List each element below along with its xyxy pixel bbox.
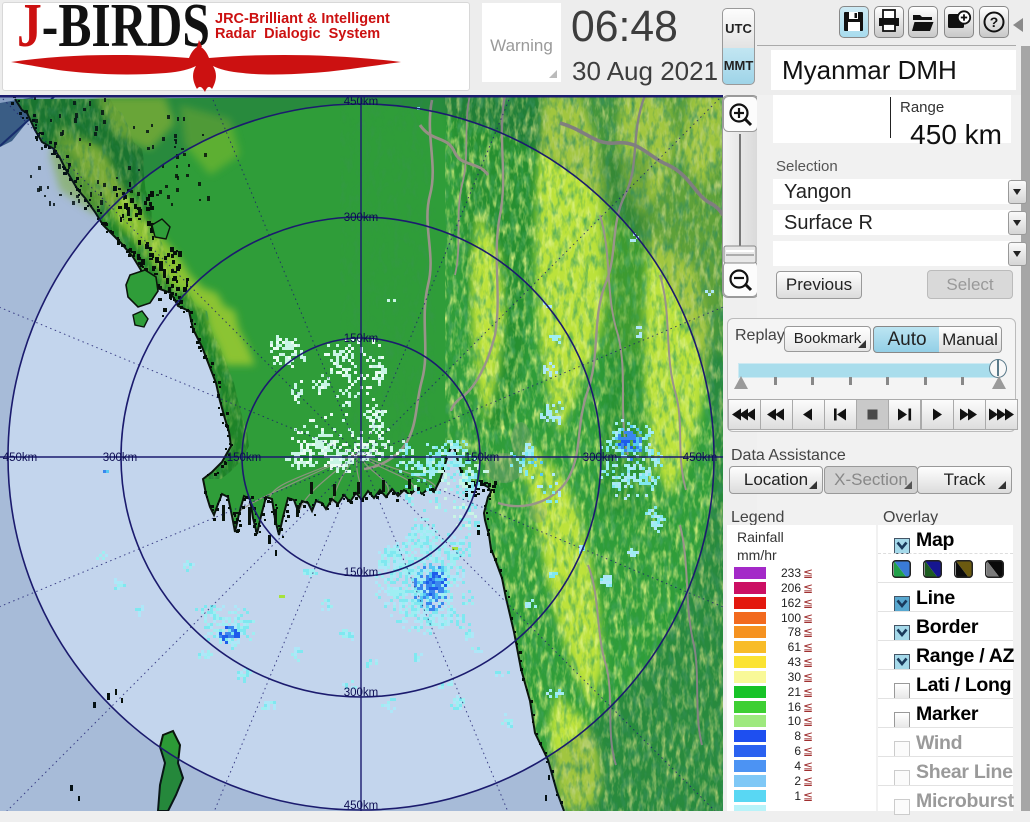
svg-text:150km: 150km [227,452,262,464]
svg-text:300km: 300km [583,452,618,464]
svg-text:150km: 150km [344,333,379,345]
svg-text:450km: 450km [344,96,379,108]
svg-text:150km: 150km [344,567,379,579]
svg-text:300km: 300km [344,687,379,699]
svg-text:450km: 450km [344,800,379,811]
svg-text:450km: 450km [3,452,38,464]
svg-text:150km: 150km [465,452,500,464]
svg-text:?: ? [990,14,999,30]
svg-text:300km: 300km [103,452,138,464]
svg-text:300km: 300km [344,212,379,224]
svg-text:450km: 450km [683,452,718,464]
